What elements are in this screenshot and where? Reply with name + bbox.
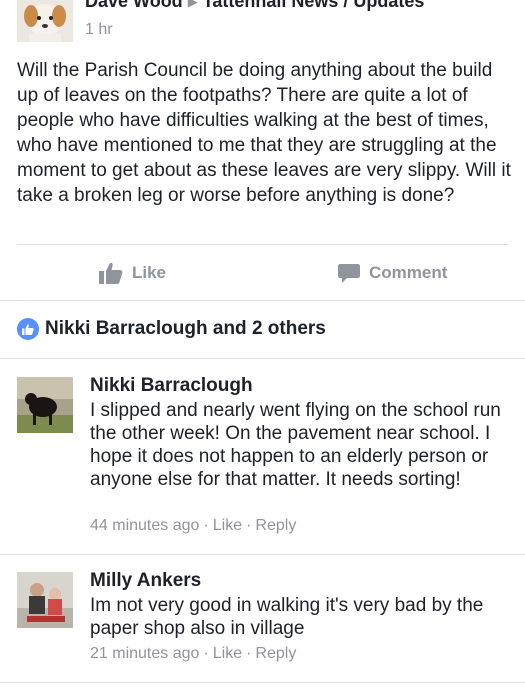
comment-text: I slipped and nearly went flying on the … bbox=[90, 400, 501, 490]
divider bbox=[17, 244, 509, 245]
divider bbox=[0, 554, 525, 555]
like-reaction-icon bbox=[17, 318, 39, 340]
comment-button[interactable]: Comment bbox=[338, 260, 447, 286]
thumbs-up-icon bbox=[99, 262, 123, 284]
like-button-label: Like bbox=[132, 263, 167, 282]
separator-dot: · bbox=[246, 645, 252, 662]
comment-text: Im not very good in walking it's very ba… bbox=[90, 595, 484, 639]
comment-author-name[interactable]: Nikki Barraclough bbox=[90, 375, 253, 397]
post-author-avatar[interactable] bbox=[17, 0, 73, 42]
reactions-summary[interactable]: Nikki Barraclough and 2 others bbox=[17, 318, 326, 340]
post-author-name[interactable]: Dave Wood bbox=[85, 0, 183, 11]
comment-timestamp[interactable]: 44 minutes ago bbox=[90, 517, 199, 534]
comment-timestamp[interactable]: 21 minutes ago bbox=[90, 645, 199, 662]
divider bbox=[0, 358, 525, 359]
comment-like-link[interactable]: Like bbox=[213, 517, 242, 534]
triangle-arrow-icon: ▶ bbox=[187, 0, 198, 9]
comment-reply-link[interactable]: Reply bbox=[255, 517, 296, 534]
comment-avatar[interactable] bbox=[17, 572, 73, 628]
post-timestamp[interactable]: 1 hr bbox=[85, 21, 113, 39]
chevron-down-icon[interactable] bbox=[487, 0, 509, 6]
separator-dot: · bbox=[246, 517, 252, 534]
post-group-name[interactable]: Tattenhall News / Updates bbox=[203, 0, 425, 11]
post-body-text: Will the Parish Council be doing anythin… bbox=[17, 60, 511, 206]
comment-reply-link[interactable]: Reply bbox=[255, 645, 296, 662]
comment-author-name[interactable]: Milly Ankers bbox=[90, 570, 201, 592]
divider bbox=[0, 300, 525, 301]
like-button[interactable]: Like bbox=[99, 260, 166, 286]
separator-dot: · bbox=[203, 517, 209, 534]
comment-button-label: Comment bbox=[369, 263, 448, 282]
reactions-summary-text: Nikki Barraclough and 2 others bbox=[45, 318, 326, 339]
divider bbox=[0, 682, 525, 683]
separator-dot: · bbox=[203, 645, 209, 662]
post-header: Dave Wood ▶ Tattenhall News / Updates bbox=[85, 0, 424, 12]
comment-meta: 44 minutes ago · Like · Reply bbox=[90, 517, 296, 535]
comment-like-link[interactable]: Like bbox=[213, 645, 242, 662]
comment-bubble-icon bbox=[338, 264, 360, 283]
comment-meta: 21 minutes ago · Like · Reply bbox=[90, 645, 296, 663]
comment-avatar[interactable] bbox=[17, 377, 73, 433]
